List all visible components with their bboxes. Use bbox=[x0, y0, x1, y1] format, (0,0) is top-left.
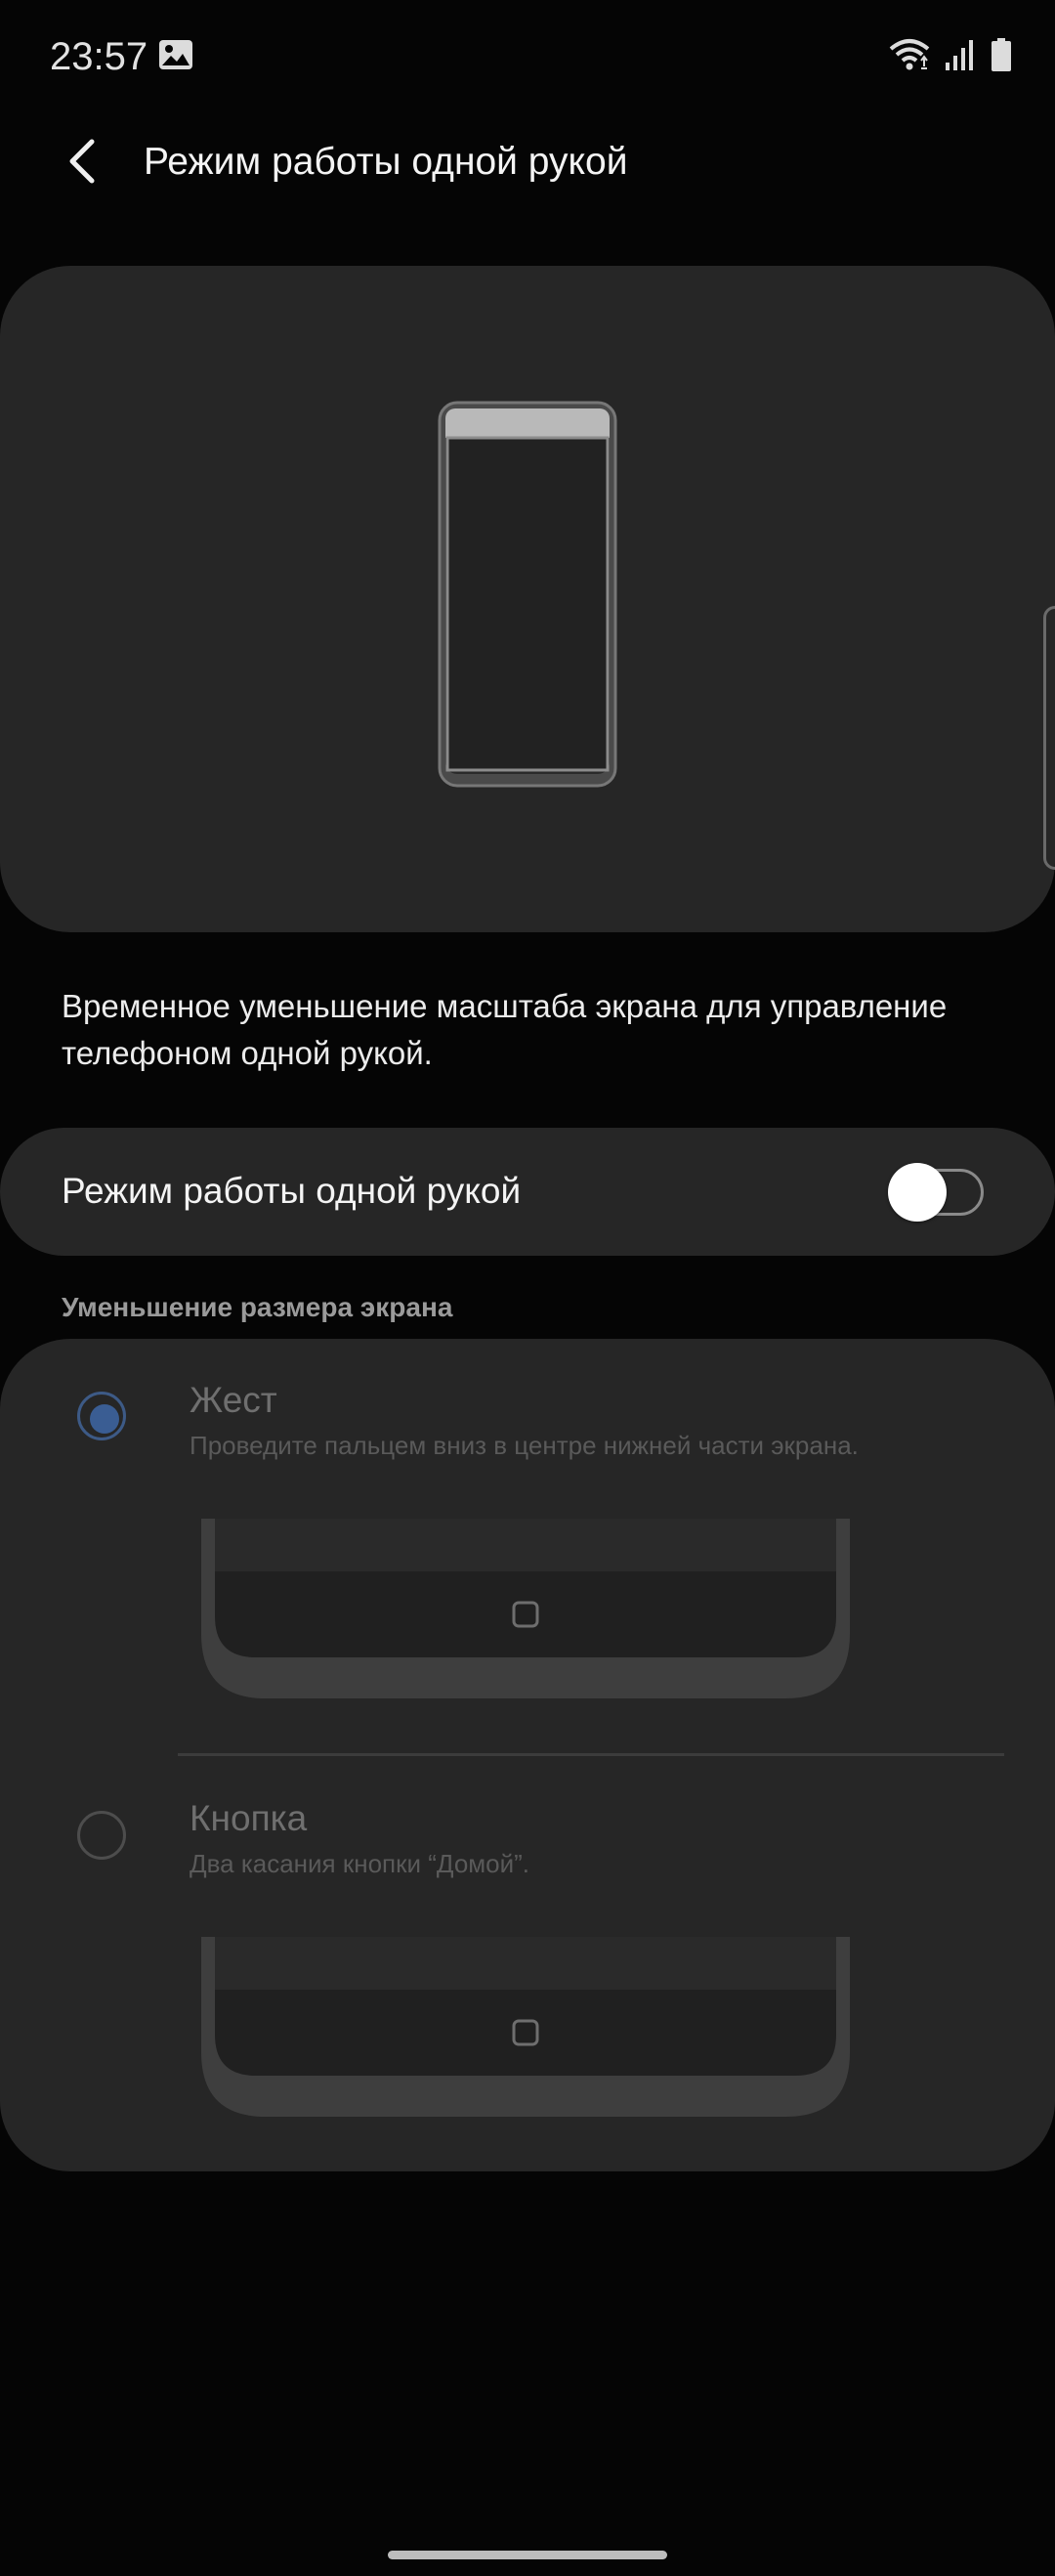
gesture-illustration bbox=[197, 1519, 854, 1702]
back-button[interactable] bbox=[55, 130, 109, 193]
wifi-icon bbox=[889, 37, 930, 72]
gesture-option-description: Проведите пальцем вниз в центре нижней ч… bbox=[190, 1431, 859, 1460]
status-time: 23:57 bbox=[50, 35, 148, 78]
chevron-left-icon bbox=[55, 139, 109, 196]
toggle-label: Режим работы одной рукой bbox=[62, 1171, 522, 1211]
gesture-navigation-bar[interactable] bbox=[388, 2551, 667, 2559]
phone-illustration bbox=[438, 401, 617, 788]
edge-panel-handle[interactable] bbox=[1043, 606, 1055, 870]
battery-icon bbox=[991, 37, 1012, 72]
button-radio[interactable] bbox=[77, 1811, 126, 1860]
radio-selected-dot bbox=[90, 1404, 119, 1434]
feature-description: Временное уменьшение масштаба экрана для… bbox=[62, 988, 948, 1071]
options-divider bbox=[178, 1753, 1004, 1756]
button-option-description: Два касания кнопки “Домой”. bbox=[190, 1849, 530, 1878]
button-illustration bbox=[197, 1937, 854, 2121]
gesture-option-title[interactable]: Жест bbox=[190, 1378, 277, 1423]
section-header: Уменьшение размера экрана bbox=[62, 1292, 453, 1322]
switch-knob bbox=[888, 1163, 947, 1222]
signal-icon bbox=[944, 37, 977, 72]
page-title: Режим работы одной рукой bbox=[144, 141, 628, 183]
button-option-title[interactable]: Кнопка bbox=[190, 1796, 307, 1841]
gallery-icon bbox=[158, 39, 193, 70]
status-icons bbox=[889, 35, 1012, 74]
